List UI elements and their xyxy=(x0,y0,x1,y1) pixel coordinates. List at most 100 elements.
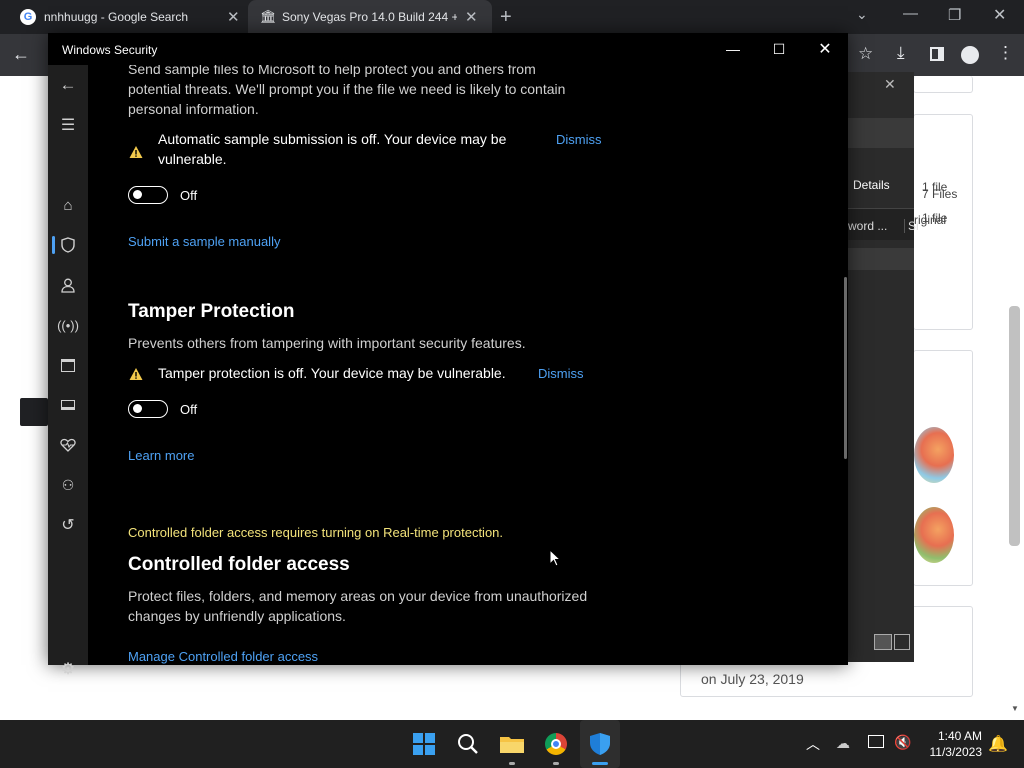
file-count: 1 file xyxy=(922,180,948,194)
chat-icon[interactable] xyxy=(20,398,48,426)
column-header: word ... Si xyxy=(848,208,919,240)
title-bar: Windows Security — ☐ ✕ xyxy=(48,33,848,65)
chrome-button[interactable] xyxy=(536,720,576,768)
restore-icon[interactable]: ❐ xyxy=(948,6,961,24)
clock[interactable]: 1:40 AM 11/3/2023 xyxy=(918,728,983,760)
close-tab-icon[interactable]: ✕ xyxy=(465,8,478,26)
tab-title: Sony Vegas Pro 14.0 Build 244 + xyxy=(282,10,457,24)
side-panel-icon[interactable] xyxy=(930,47,944,61)
running-indicator xyxy=(553,762,559,765)
close-icon[interactable]: ✕ xyxy=(993,5,1006,25)
chevron-up-icon[interactable]: ︿ xyxy=(806,734,820,754)
sidebar-item-protection-history[interactable]: ↺ xyxy=(48,507,88,543)
tamper-description: Prevents others from tampering with impo… xyxy=(128,335,526,351)
tamper-protection-toggle[interactable] xyxy=(128,400,168,418)
shield-icon xyxy=(590,733,610,755)
sidebar-item-firewall[interactable]: ((•)) xyxy=(48,307,88,343)
thumbnail-image xyxy=(914,507,954,563)
folder-icon xyxy=(500,737,524,753)
cloud-offline-icon[interactable]: ☁ xyxy=(836,735,850,752)
toggle-state-label: Off xyxy=(180,402,198,417)
sidebar-item-virus-protection[interactable] xyxy=(48,227,88,263)
file-explorer-button[interactable] xyxy=(492,720,532,768)
details-label[interactable]: Details xyxy=(853,178,890,192)
auto-sample-warning: Automatic sample submission is off. Your… xyxy=(158,129,558,169)
browser-tab-strip: G nnhhuugg - Google Search ✕ 🏛 Sony Vega… xyxy=(0,0,1024,34)
windows-logo-icon xyxy=(413,733,435,755)
close-icon[interactable]: ✕ xyxy=(884,76,896,93)
sidebar-item-home[interactable]: ⌂ xyxy=(48,187,88,223)
dialog-field xyxy=(848,118,914,148)
active-indicator xyxy=(52,236,55,254)
new-tab-icon[interactable]: + xyxy=(500,6,512,29)
sidebar-item-family-options[interactable]: ⚇ xyxy=(48,467,88,503)
warning-line: vulnerable. xyxy=(158,151,227,167)
heart-pulse-icon xyxy=(60,438,76,452)
chevron-down-icon[interactable]: ⌄ xyxy=(856,6,868,23)
page-card xyxy=(913,350,973,586)
minimize-icon[interactable]: — xyxy=(903,5,918,22)
page-scrollbar[interactable] xyxy=(1009,306,1020,546)
maximize-button[interactable]: ☐ xyxy=(756,33,802,65)
sidebar-item-device-health[interactable] xyxy=(48,427,88,463)
scroll-down-icon[interactable]: ▼ xyxy=(1011,704,1019,713)
submit-sample-link[interactable]: Submit a sample manually xyxy=(128,234,280,249)
windows-security-button[interactable] xyxy=(580,720,620,768)
manage-cfa-link[interactable]: Manage Controlled folder access xyxy=(128,649,318,664)
windows-security-window: Windows Security — ☐ ✕ ← ☰ ⌂ ((•)) ⚇ ↺ ⚙… xyxy=(48,33,848,678)
sidebar-item-app-browser[interactable] xyxy=(48,347,88,383)
volume-muted-icon[interactable]: 🔇 xyxy=(894,734,911,751)
learn-more-link[interactable]: Learn more xyxy=(128,448,194,463)
column-word[interactable]: word ... xyxy=(848,219,887,233)
auto-sample-toggle[interactable] xyxy=(128,186,168,204)
taskbar: ︿ ☁ 🔇 1:40 AM 11/3/2023 🔔 xyxy=(0,720,1024,768)
back-button[interactable]: ← xyxy=(48,67,88,103)
warning-icon xyxy=(129,146,143,158)
search-icon xyxy=(458,734,478,754)
antenna-icon: ((•)) xyxy=(57,317,79,333)
star-icon[interactable]: ☆ xyxy=(858,44,873,64)
description-line: Send sample files to Microsoft to help p… xyxy=(128,65,536,77)
window-title: Windows Security xyxy=(62,43,158,57)
hamburger-icon: ☰ xyxy=(60,117,76,134)
history-icon: ↺ xyxy=(61,517,75,534)
thumbnail-view-icon[interactable] xyxy=(894,634,910,650)
network-icon[interactable] xyxy=(868,735,884,748)
sidebar-item-account[interactable] xyxy=(48,267,88,303)
person-icon xyxy=(61,278,75,293)
toggle-state-label: Off xyxy=(180,188,198,203)
main-content: Send sample files to Microsoft to help p… xyxy=(88,65,848,665)
tab-title: nnhhuugg - Google Search xyxy=(44,10,189,24)
profile-icon[interactable] xyxy=(961,46,979,64)
more-menu-icon[interactable]: ⋮ xyxy=(997,43,1014,63)
tab-google-search[interactable]: G nnhhuugg - Google Search ✕ xyxy=(0,0,248,34)
chrome-icon xyxy=(545,733,567,755)
sidebar-item-settings[interactable]: ⚙ xyxy=(48,651,88,687)
hamburger-menu-button[interactable]: ☰ xyxy=(48,107,88,143)
background-dialog: ✕ Details word ... Si xyxy=(848,72,919,662)
warning-line: Automatic sample submission is off. Your… xyxy=(158,131,507,147)
download-icon[interactable]: ⤓ xyxy=(897,43,905,63)
close-tab-icon[interactable]: ✕ xyxy=(227,8,240,26)
tamper-protection-heading: Tamper Protection xyxy=(128,301,295,322)
back-arrow-icon[interactable]: ← xyxy=(12,44,30,65)
close-button[interactable]: ✕ xyxy=(802,33,848,65)
minimize-button[interactable]: — xyxy=(710,33,756,65)
sidebar-item-device-security[interactable] xyxy=(48,387,88,423)
search-button[interactable] xyxy=(448,720,488,768)
dismiss-auto-sample-link[interactable]: Dismiss xyxy=(556,132,602,147)
sample-description: Send sample files to Microsoft to help p… xyxy=(128,65,648,119)
notification-bell-icon[interactable]: 🔔 xyxy=(988,734,1008,754)
page-card xyxy=(913,76,973,93)
dismiss-tamper-link[interactable]: Dismiss xyxy=(538,366,584,381)
start-button[interactable] xyxy=(404,720,444,768)
tab-sony-vegas[interactable]: 🏛 Sony Vegas Pro 14.0 Build 244 + ✕ xyxy=(248,0,492,34)
description-line: Protect files, folders, and memory areas… xyxy=(128,588,588,604)
browser-window-icon xyxy=(61,358,75,372)
active-indicator xyxy=(592,762,608,765)
description-line: changes by unfriendly applications. xyxy=(128,608,346,624)
list-view-icon[interactable] xyxy=(874,634,892,650)
file-list: 1 file 1 file xyxy=(914,107,973,307)
date-text: on July 23, 2019 xyxy=(701,671,804,687)
content-scrollbar[interactable] xyxy=(844,277,847,459)
